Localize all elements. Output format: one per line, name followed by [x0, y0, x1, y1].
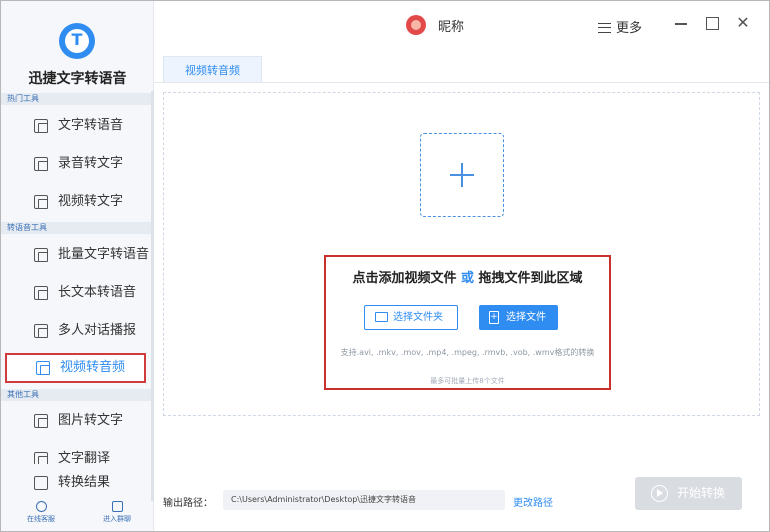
add-file-plus-icon[interactable] — [420, 133, 504, 217]
results-icon — [34, 476, 48, 490]
menu-icon — [598, 22, 611, 33]
output-path-label: 输出路径： — [163, 498, 213, 509]
tab-video-to-audio[interactable]: 视频转音频 — [163, 56, 262, 83]
sidebar-item-translate[interactable]: 文字翻译 — [1, 444, 151, 464]
play-icon — [651, 485, 668, 502]
change-path-link[interactable]: 更改路径 — [513, 494, 553, 509]
maximize-button[interactable] — [703, 14, 721, 32]
output-path-field[interactable]: C:\Users\Administrator\Desktop\迅捷文字转语音 — [223, 490, 505, 510]
sidebar-scrollbar[interactable] — [151, 91, 154, 501]
app-window: T 迅捷文字转语音 热门工具 文字转语音 录音转文字 视频转文字 转语音工具 批… — [0, 0, 770, 532]
headset-icon — [35, 501, 47, 512]
sidebar-item-image-to-text[interactable]: 图片转文字 — [1, 406, 151, 436]
add-file-icon: + — [489, 311, 499, 324]
translate-icon — [34, 452, 48, 464]
select-folder-button[interactable]: 选择文件夹 — [364, 305, 458, 330]
chat-icon — [111, 501, 123, 512]
user-nickname[interactable]: 昵称 — [438, 16, 464, 35]
online-support-button[interactable]: 在线客服 — [11, 501, 71, 524]
image-to-text-icon — [34, 414, 48, 428]
video-to-text-icon — [34, 195, 48, 209]
section-label-hot: 热门工具 — [1, 93, 154, 105]
select-file-button[interactable]: + 选择文件 — [479, 305, 558, 330]
join-group-button[interactable]: 进入群聊 — [87, 501, 147, 524]
audio-to-text-icon — [34, 157, 48, 171]
supported-formats-text: 支持.avi, .mkv, .mov, .mp4, .mpeg, .rmvb, … — [340, 348, 595, 357]
more-menu-button[interactable]: 更多 — [598, 17, 642, 36]
video-to-audio-icon — [36, 361, 50, 375]
sidebar: T 迅捷文字转语音 热门工具 文字转语音 录音转文字 视频转文字 转语音工具 批… — [1, 1, 154, 531]
close-button[interactable]: ✕ — [734, 14, 752, 32]
tab-divider — [154, 82, 769, 83]
sidebar-item-results[interactable]: 转换结果 — [1, 469, 154, 497]
app-logo-icon: T — [59, 23, 95, 59]
app-name: 迅捷文字转语音 — [28, 71, 127, 87]
sidebar-item-text-to-speech[interactable]: 文字转语音 — [1, 111, 151, 141]
sidebar-item-audio-to-text[interactable]: 录音转文字 — [1, 149, 151, 179]
folder-icon — [375, 312, 388, 322]
section-label-convert: 转语音工具 — [1, 222, 154, 234]
max-files-text: 最多可批量上传8个文件 — [430, 377, 505, 385]
section-label-other: 其他工具 — [1, 389, 154, 401]
sidebar-item-batch-text-to-speech[interactable]: 批量文字转语音 — [1, 240, 151, 270]
start-convert-button[interactable]: 开始转换 — [635, 477, 742, 510]
avatar[interactable] — [406, 15, 426, 35]
sidebar-item-multi-dialog[interactable]: 多人对话播报 — [1, 316, 151, 346]
multi-speaker-icon — [34, 324, 48, 338]
drop-instructions-title: 点击添加视频文件 或 拖拽文件到此区域 — [352, 271, 583, 286]
sidebar-item-video-to-audio[interactable]: 视频转音频 — [5, 353, 146, 383]
minimize-button[interactable] — [672, 14, 690, 32]
batch-text-icon — [34, 248, 48, 262]
sidebar-item-long-text-to-speech[interactable]: 长文本转语音 — [1, 278, 151, 308]
text-to-speech-icon — [34, 119, 48, 133]
sidebar-item-video-to-text[interactable]: 视频转文字 — [1, 187, 151, 217]
long-text-icon — [34, 286, 48, 300]
